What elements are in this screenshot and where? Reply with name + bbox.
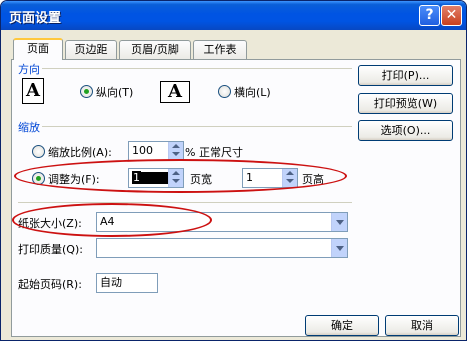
print-quality-label: 打印质量(Q): — [18, 243, 83, 256]
scale-percent-spinner[interactable] — [168, 142, 183, 160]
tab-page[interactable]: 页面 — [13, 38, 63, 60]
help-icon: ? — [425, 7, 434, 23]
portrait-label: 纵向(T) — [96, 86, 134, 99]
scale-percent-suffix: % 正常尺寸 — [185, 146, 243, 159]
close-button[interactable]: ✕ — [441, 5, 462, 26]
page-setup-dialog: 页面设置 ? ✕ 页面 页边距 页眉/页脚 工作表 方向 A 纵向(T) A 横… — [0, 0, 467, 341]
paper-size-highlight-oval — [12, 203, 212, 237]
print-quality-select[interactable] — [96, 238, 348, 258]
landscape-page-icon: A — [160, 81, 190, 103]
first-page-number-label: 起始页码(R): — [18, 278, 82, 291]
adjust-to-radio[interactable] — [32, 145, 45, 158]
window-title: 页面设置 — [9, 11, 62, 26]
tab-sheet[interactable]: 工作表 — [193, 40, 247, 59]
print-quality-dropdown-icon[interactable] — [331, 239, 347, 257]
paper-size-dropdown-icon[interactable] — [331, 213, 347, 231]
fit-to-highlight-oval — [14, 159, 347, 193]
orientation-section-label: 方向 — [18, 63, 40, 76]
tab-margins[interactable]: 页边距 — [65, 40, 117, 59]
close-icon: ✕ — [445, 7, 458, 23]
options-button[interactable]: 选项(O)... — [358, 120, 453, 141]
page-tab-panel: 方向 A 纵向(T) A 横向(L) 缩放 缩放比例(A): 100 % 正常尺… — [11, 59, 461, 337]
print-button[interactable]: 打印(P)... — [358, 65, 453, 86]
portrait-radio[interactable] — [80, 85, 93, 98]
spin-up-icon[interactable] — [172, 144, 180, 148]
scaling-section-label: 缩放 — [18, 121, 40, 134]
scaling-divider — [42, 126, 352, 127]
dialog-body: 页面 页边距 页眉/页脚 工作表 方向 A 纵向(T) A 横向(L) 缩放 缩… — [4, 30, 463, 339]
title-bar[interactable]: 页面设置 ? ✕ — [1, 1, 466, 30]
cancel-button[interactable]: 取消 — [385, 315, 459, 336]
adjust-to-label: 缩放比例(A): — [48, 146, 112, 159]
first-page-number-input[interactable]: 自动 — [96, 273, 158, 293]
print-preview-button[interactable]: 打印预览(W) — [358, 93, 453, 114]
portrait-page-icon: A — [22, 78, 44, 104]
tab-header-footer[interactable]: 页眉/页脚 — [119, 40, 191, 59]
ok-button[interactable]: 确定 — [305, 315, 379, 336]
section-divider — [18, 202, 352, 203]
help-button[interactable]: ? — [419, 5, 440, 26]
landscape-label: 横向(L) — [234, 86, 271, 99]
landscape-radio[interactable] — [218, 85, 231, 98]
spin-down-icon[interactable] — [172, 152, 180, 156]
orientation-divider — [42, 68, 352, 69]
